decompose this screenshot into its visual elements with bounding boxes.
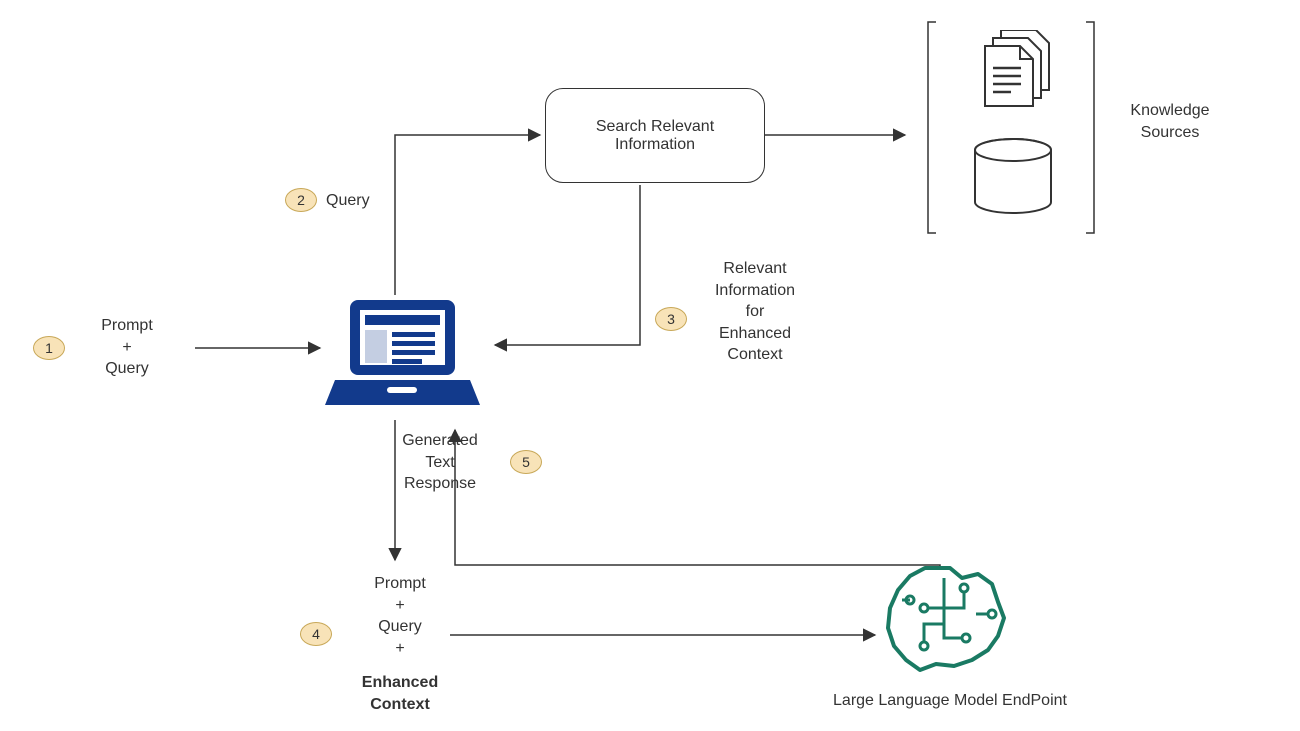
step-badge-3: 3 [655, 307, 687, 331]
search-box: Search Relevant Information [545, 88, 765, 183]
step-badge-4: 4 [300, 622, 332, 646]
step-number: 3 [667, 311, 675, 327]
step-number: 2 [297, 192, 305, 208]
knowledge-sources-group [926, 20, 1096, 235]
label-prompt-query: Prompt + Query [82, 315, 172, 380]
label-query: Query [326, 190, 370, 212]
label-knowledge-sources: Knowledge Sources [1115, 100, 1225, 143]
step-badge-5: 5 [510, 450, 542, 474]
brain-chip-icon [880, 560, 1010, 675]
label-prompt-query-enhanced-top: Prompt + Query + [350, 573, 450, 659]
search-box-label: Search Relevant Information [596, 118, 714, 154]
laptop-icon [325, 295, 480, 415]
documents-icon [981, 30, 1051, 108]
step-badge-2: 2 [285, 188, 317, 212]
step-badge-1: 1 [33, 336, 65, 360]
step-number: 1 [45, 340, 53, 356]
label-relevant-info: Relevant Information for Enhanced Contex… [700, 258, 810, 366]
step-number: 5 [522, 454, 530, 470]
label-enhanced-context: Enhanced Context [340, 672, 460, 715]
step-number: 4 [312, 626, 320, 642]
database-icon [971, 138, 1056, 216]
label-llm-endpoint: Large Language Model EndPoint [800, 690, 1100, 712]
label-generated-response: Generated Text Response [390, 430, 490, 495]
